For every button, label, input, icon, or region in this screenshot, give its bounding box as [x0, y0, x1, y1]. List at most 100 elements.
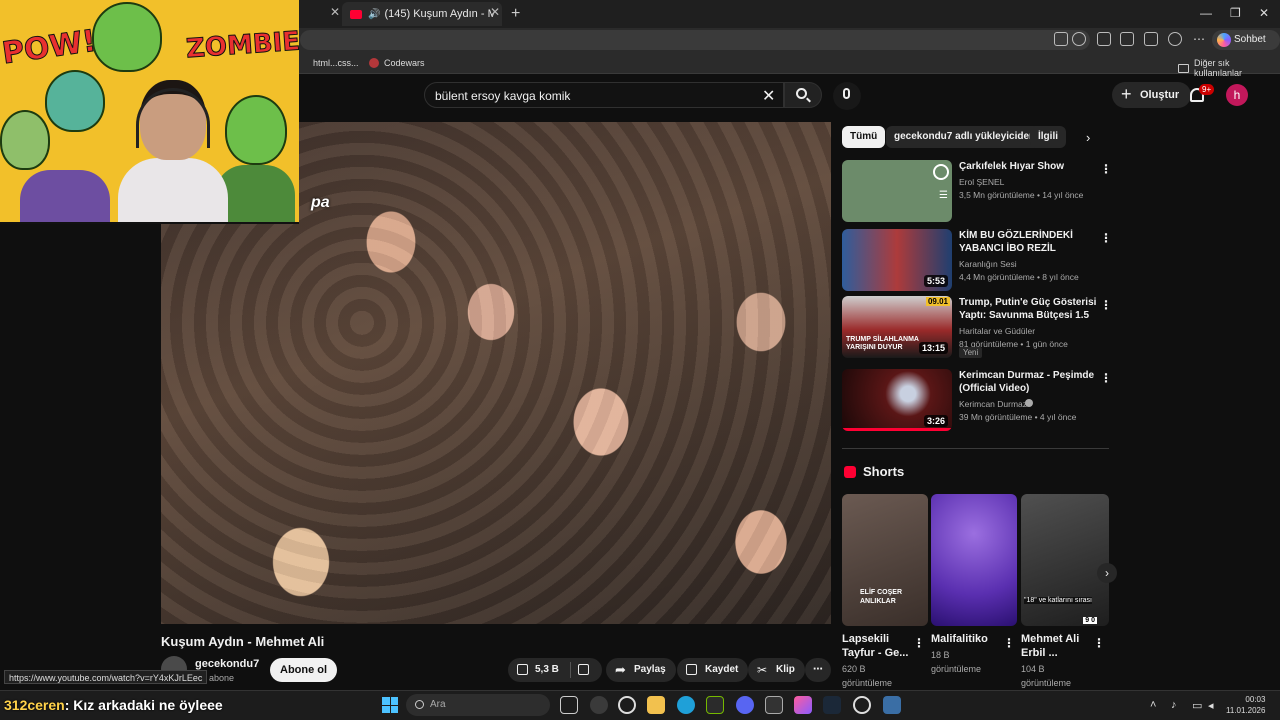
discord-icon[interactable]	[736, 696, 754, 714]
short-thumbnail[interactable]: ELİF COŞER ANLIKLAR	[842, 494, 928, 626]
app-icon[interactable]	[883, 696, 901, 714]
new-badge: Yeni	[959, 347, 983, 358]
more-actions-button[interactable]: ⋯	[805, 658, 831, 682]
rec-title: KİM BU GÖZLERİNDEKİ YABANCI İBO REZİL OL…	[959, 230, 1073, 254]
browser-tab-active[interactable]: 🔊 (145) Kuşum Aydın - Mehmet	[342, 2, 502, 26]
short-thumbnail[interactable]	[931, 494, 1017, 626]
list-item[interactable]: ☰ Çarkıfelek Hıyar Show Erol ŞENEL 3,5 M…	[842, 160, 1112, 222]
save-button[interactable]: Kaydet	[677, 658, 749, 682]
rec-menu-icon[interactable]: ⋮	[1100, 371, 1112, 385]
short-views-label: görüntüleme	[931, 664, 982, 674]
minimize-icon[interactable]: —	[1200, 6, 1212, 20]
obs-icon[interactable]	[853, 696, 871, 714]
status-url: https://www.youtube.com/watch?v=rY4xKJrL…	[4, 670, 208, 684]
list-item[interactable]: 09.01 TRUMP SİLAHLANMA YARIŞINI DUYUR 13…	[842, 296, 1112, 358]
create-button[interactable]: Oluştur	[1112, 81, 1192, 108]
bookmark-html[interactable]: html...css...	[313, 58, 359, 68]
favorite-star-icon[interactable]	[1072, 32, 1086, 46]
restore-icon[interactable]: ❐	[1230, 6, 1241, 20]
copilot-app-icon[interactable]	[590, 696, 608, 714]
rec-meta: 39 Mn görüntüleme • 4 yıl önce	[959, 412, 1077, 422]
clip-button[interactable]: ✂ Klip	[748, 658, 805, 682]
favorites-icon[interactable]	[1120, 32, 1134, 46]
clock-time: 00:03	[1245, 695, 1266, 704]
short-thumbnail[interactable]: 9 0	[1021, 494, 1109, 626]
rec-menu-icon[interactable]: ⋮	[1100, 162, 1112, 176]
capture-app-icon[interactable]	[765, 696, 783, 714]
list-item[interactable]: 3:26 Kerimcan Durmaz - Peşimde (Official…	[842, 369, 1112, 431]
account-avatar[interactable]: h	[1226, 84, 1248, 106]
chip-related[interactable]: İlgili	[1030, 126, 1066, 148]
zombie-illustration	[20, 170, 110, 222]
dislike-icon[interactable]	[578, 664, 589, 675]
save-icon	[686, 664, 697, 675]
short-views: 104 B	[1021, 664, 1045, 674]
extensions-icon[interactable]	[1097, 32, 1111, 46]
volume-icon[interactable]: ◂	[1208, 699, 1214, 712]
score-badge: 9 0	[1083, 617, 1097, 624]
chip-from-uploader[interactable]: gecekondu7 adlı yükleyiciden	[886, 126, 1044, 148]
bookmark-other-folder[interactable]: Diğer sık kullanılanlar	[1178, 58, 1280, 78]
rec-menu-icon[interactable]: ⋮	[1100, 298, 1112, 312]
rec-title: Kerimcan Durmaz - Peşimde (Official Vide…	[959, 370, 1095, 394]
short-title[interactable]: Malifalitiko	[931, 632, 1001, 646]
video-duration: 13:15	[918, 342, 948, 354]
like-count[interactable]: 5,3 B	[535, 658, 559, 682]
shorts-next-button[interactable]: ›	[1097, 563, 1117, 583]
share-page-icon[interactable]	[1144, 32, 1158, 46]
bookmark-codewars[interactable]: Codewars	[369, 58, 425, 68]
taskbar-clock[interactable]: 00:03 11.01.2026	[1226, 694, 1265, 716]
window-close-icon[interactable]: ✕	[1259, 6, 1269, 20]
chevron-right-icon[interactable]: ›	[1086, 130, 1090, 145]
rec-menu-icon[interactable]: ⋮	[1100, 231, 1112, 245]
close-active-tab-icon[interactable]: ✕	[490, 6, 500, 18]
rec-channel: Erol ŞENEL	[959, 177, 1005, 187]
short-menu-icon[interactable]: ⋮	[1093, 636, 1105, 650]
short-title[interactable]: Lapsekili Tayfur - Ge...	[842, 632, 912, 660]
edge-browser-icon[interactable]	[677, 696, 695, 714]
add-to-queue-icon[interactable]: ☰	[939, 190, 948, 201]
comic-word-pow: POW!	[0, 23, 99, 72]
short-menu-icon[interactable]: ⋮	[913, 636, 925, 650]
clear-search-icon[interactable]: ✕	[762, 86, 775, 106]
profile-icon[interactable]	[1168, 32, 1182, 46]
chip-all[interactable]: Tümü	[842, 126, 886, 148]
chatgpt-app-icon[interactable]	[618, 696, 636, 714]
short-menu-icon[interactable]: ⋮	[1003, 636, 1015, 650]
comic-word-zombie: ZOMBIE!	[185, 25, 299, 65]
windows-start-icon[interactable]	[382, 697, 398, 713]
short-views-label: görüntüleme	[842, 678, 893, 688]
verified-icon	[1025, 399, 1033, 407]
watch-later-icon[interactable]	[933, 164, 949, 180]
search-input[interactable]: bülent ersoy kavga komik	[424, 82, 784, 108]
video-thumbnail: 5:53	[842, 229, 952, 291]
video-title: Kuşum Aydın - Mehmet Ali	[161, 634, 325, 649]
share-icon: ➦	[615, 662, 626, 677]
network-icon[interactable]: ▭	[1192, 699, 1202, 712]
file-explorer-icon[interactable]	[647, 696, 665, 714]
list-item[interactable]: 5:53 KİM BU GÖZLERİNDEKİ YABANCI İBO REZ…	[842, 229, 1112, 291]
task-view-icon[interactable]	[560, 696, 578, 714]
like-icon[interactable]	[517, 664, 528, 675]
share-button[interactable]: ➦ Paylaş	[606, 658, 676, 682]
subscribe-button[interactable]: Abone ol	[270, 658, 338, 682]
nvidia-app-icon[interactable]	[706, 696, 724, 714]
steam-icon[interactable]	[823, 696, 841, 714]
more-menu-icon[interactable]: ⋯	[1193, 32, 1205, 46]
address-field[interactable]	[300, 30, 1090, 50]
close-tab-icon[interactable]: ✕	[330, 6, 340, 18]
microphone-tray-icon[interactable]: ♪	[1171, 699, 1177, 711]
channel-name[interactable]: gecekondu7	[195, 658, 259, 670]
new-tab-icon[interactable]: +	[511, 5, 520, 23]
short-title[interactable]: Mehmet Ali Erbil ...	[1021, 632, 1091, 660]
copilot-button[interactable]: Sohbet et	[1212, 30, 1280, 65]
split-screen-icon[interactable]	[1054, 32, 1068, 46]
bookmark-label: Codewars	[384, 58, 425, 68]
taskbar-search[interactable]: Ara	[406, 694, 550, 716]
chat-message: : Kız arkadaki ne öyleee	[64, 697, 223, 713]
figma-like-app-icon[interactable]	[794, 696, 812, 714]
bookmark-label: Diğer sık kullanılanlar	[1194, 58, 1243, 78]
tray-chevron-icon[interactable]: ˄	[1150, 699, 1156, 711]
stream-chat-overlay: 312ceren: Kız arkadaki ne öyleee	[4, 697, 223, 713]
zombie-illustration	[225, 95, 287, 165]
